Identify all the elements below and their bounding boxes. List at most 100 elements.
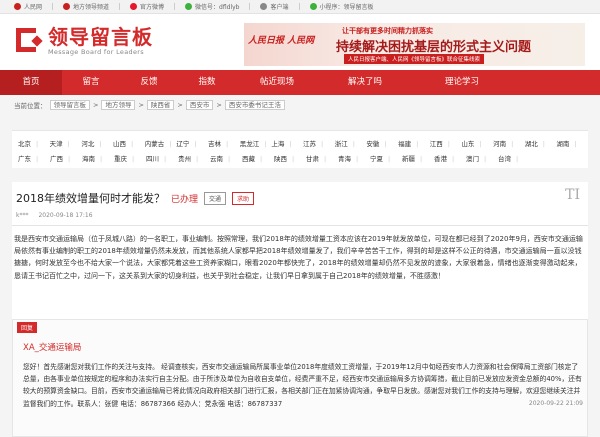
logo-title: 领导留言板: [48, 25, 153, 49]
type-tag[interactable]: 求助: [232, 191, 255, 205]
breadcrumb-link[interactable]: 领导留言板: [49, 100, 90, 110]
logo-mark-icon: [14, 26, 44, 56]
banner-line-3: 人民日报客户端、人民网《领导留言板》联合征集线索: [344, 54, 485, 64]
region-link[interactable]: 宁夏: [370, 153, 402, 163]
topbar-item[interactable]: 客户端: [260, 2, 289, 11]
topbar-item-label: 客户端: [270, 4, 289, 11]
topbar-item-label: 地方领导频道: [73, 4, 110, 11]
region-link[interactable]: 福建: [398, 138, 430, 148]
nav-item-5[interactable]: 解决了吗: [318, 70, 412, 95]
region-row-2: 广东广西海南重庆四川贵州云南西藏陕西甘肃青海宁夏新疆香港澳门台湾: [12, 150, 588, 165]
breadcrumb-arrow-icon: >: [177, 101, 183, 109]
region-link[interactable]: 澳门: [466, 153, 498, 163]
region-link[interactable]: 上海: [271, 138, 303, 148]
region-link[interactable]: 四川: [146, 153, 178, 163]
banner-logo: 人民日报 人民网: [248, 36, 315, 46]
category-tag[interactable]: 交通: [204, 191, 227, 205]
topbar-separator: [298, 3, 300, 10]
region-link[interactable]: 青海: [338, 153, 370, 163]
topbar-item[interactable]: 微信号：dfldlyb: [185, 2, 239, 11]
reply-body-text: 您好！首先感谢您对我们工作的关注与支持。 经调查核实，西安市交通运输局所属事业单…: [23, 363, 582, 408]
region-link[interactable]: 山东: [461, 138, 493, 148]
region-selector: 北京天津河北山西内蒙古辽宁吉林黑龙江上海江苏浙江安徽福建江西山东河南湖北湖南 广…: [12, 130, 588, 168]
nav-item-1[interactable]: 留言: [62, 70, 120, 95]
reply-section: 回复 XA_交通运输局 您好！首先感谢您对我们工作的关注与支持。 经调查核实，西…: [12, 319, 588, 437]
message-title: 2018年绩效增量何时才能发？: [16, 192, 165, 205]
region-link[interactable]: 云南: [210, 153, 242, 163]
banner-line-1: 让干部有更多时间精力抓落实: [342, 27, 433, 35]
message-title-row: 2018年绩效增量何时才能发？ 已办理 交通 求助: [16, 190, 255, 206]
topbar-item-label: 小程序：领导留言板: [319, 4, 374, 11]
message-time: 2020-09-18 17:16: [38, 212, 93, 219]
topbar-separator: [249, 3, 251, 10]
breadcrumb: 当前位置： 领导留言板 > 地方领导 > 陕西省 > 西安市 > 西安市委书记王浩: [0, 95, 600, 115]
region-link[interactable]: 湖北: [525, 138, 557, 148]
region-link[interactable]: 西藏: [242, 153, 274, 163]
region-link[interactable]: 内蒙古: [145, 138, 177, 148]
topbar-item[interactable]: 官方微博: [130, 2, 164, 11]
region-link[interactable]: 香港: [434, 153, 466, 163]
region-link[interactable]: 江西: [430, 138, 462, 148]
phone-icon: [260, 3, 268, 10]
region-link[interactable]: 河北: [81, 138, 113, 148]
font-size-icon[interactable]: TI: [565, 187, 580, 203]
reply-tag: 回复: [17, 322, 38, 333]
reply-date: 2020-09-22 21:09: [528, 399, 583, 407]
nav-item-2[interactable]: 反馈: [120, 70, 178, 95]
region-link[interactable]: 台湾: [498, 153, 530, 163]
nav-item-4[interactable]: 帖近现场: [236, 70, 318, 95]
region-link[interactable]: 北京: [18, 138, 50, 148]
reply-body: 您好！首先感谢您对我们工作的关注与支持。 经调查核实，西安市交通运输局所属事业单…: [23, 361, 583, 410]
site-logo[interactable]: 领导留言板 Message Board for Leaders: [14, 26, 153, 56]
breadcrumb-link[interactable]: 地方领导: [101, 100, 136, 110]
region-link[interactable]: 陕西: [274, 153, 306, 163]
region-link[interactable]: 江苏: [303, 138, 335, 148]
status-badge: 已办理: [171, 194, 199, 205]
reply-organization: XA_交通运输局: [23, 343, 82, 353]
top-utility-bar: 人民网 地方领导频道 官方微博 微信号：dfldlyb 客户端 小程序：领导留言板: [0, 0, 600, 14]
region-link[interactable]: 天津: [50, 138, 82, 148]
message-body: 我是西安市交通运输局（位于凤城八路）的一名职工，事业编制。按照常理，我们2018…: [14, 235, 583, 280]
region-link[interactable]: 广西: [50, 153, 82, 163]
weibo-icon: [130, 3, 138, 10]
topbar-item[interactable]: 人民网: [14, 2, 42, 11]
region-link[interactable]: 广东: [18, 153, 50, 163]
wechat-icon: [185, 3, 193, 10]
breadcrumb-link[interactable]: 西安市委书记王浩: [224, 100, 285, 110]
promo-banner[interactable]: 人民日报 人民网 让干部有更多时间精力抓落实 持续解决困扰基层的形式主义问题 人…: [244, 23, 585, 66]
channel-icon: [63, 3, 71, 10]
region-link[interactable]: 湖南: [556, 138, 588, 148]
nav-item-0[interactable]: 首页: [0, 70, 62, 95]
topbar-separator: [52, 3, 54, 10]
region-link[interactable]: 新疆: [402, 153, 434, 163]
breadcrumb-arrow-icon: >: [93, 101, 99, 109]
message-detail: 2018年绩效增量何时才能发？ 已办理 交通 求助 TI k*** 2020-0…: [12, 182, 588, 437]
message-author: k***: [16, 212, 29, 219]
region-link[interactable]: 黑龙江: [240, 138, 272, 148]
topbar-separator: [119, 3, 121, 10]
region-link[interactable]: 山西: [113, 138, 145, 148]
nav-item-6[interactable]: 理论学习: [412, 70, 512, 95]
breadcrumb-link[interactable]: 陕西省: [146, 100, 175, 110]
region-link[interactable]: 安徽: [366, 138, 398, 148]
topbar-item[interactable]: 地方领导频道: [63, 2, 109, 11]
miniprogram-icon: [309, 3, 317, 10]
nav-item-3[interactable]: 指数: [178, 70, 236, 95]
topbar-item-label: 人民网: [24, 4, 43, 11]
breadcrumb-link[interactable]: 西安市: [185, 100, 214, 110]
main-nav: 首页 留言 反馈 指数 帖近现场 解决了吗 理论学习: [0, 70, 600, 95]
topbar-item[interactable]: 小程序：领导留言板: [309, 2, 374, 11]
topbar-item-label: 官方微博: [140, 4, 165, 11]
region-link[interactable]: 河南: [493, 138, 525, 148]
region-link[interactable]: 贵州: [178, 153, 210, 163]
site-header: 领导留言板 Message Board for Leaders 人民日报 人民网…: [0, 14, 600, 70]
topbar-item-label: 微信号：dfldlyb: [195, 4, 240, 11]
message-meta: k*** 2020-09-18 17:16: [16, 212, 93, 219]
divider: [12, 225, 588, 226]
region-link[interactable]: 辽宁: [176, 138, 208, 148]
region-link[interactable]: 重庆: [114, 153, 146, 163]
region-link[interactable]: 浙江: [335, 138, 367, 148]
region-link[interactable]: 海南: [82, 153, 114, 163]
region-link[interactable]: 甘肃: [306, 153, 338, 163]
region-link[interactable]: 吉林: [208, 138, 240, 148]
